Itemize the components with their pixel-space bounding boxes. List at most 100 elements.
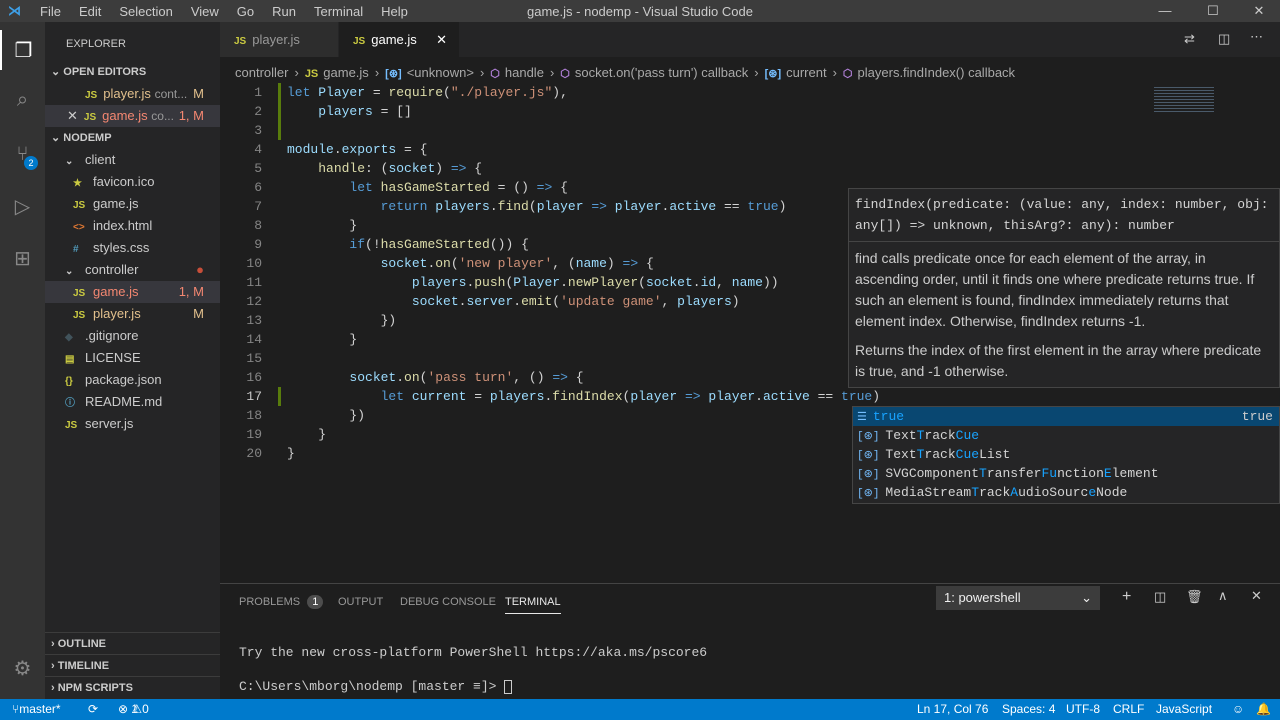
close-icon[interactable]: ✕	[67, 108, 78, 123]
code-line[interactable]: socket.on('pass turn', () => {	[287, 368, 583, 387]
encoding[interactable]: UTF-8	[1066, 699, 1100, 720]
close-panel-icon[interactable]: ✕	[1251, 588, 1262, 604]
code-line[interactable]: let current = players.findIndex(player =…	[287, 387, 880, 406]
language-mode[interactable]: JavaScript	[1156, 699, 1212, 720]
minimap[interactable]	[1150, 83, 1270, 123]
explorer-icon[interactable]: ❐	[0, 30, 45, 70]
tree-item-index-html[interactable]: <> index.html	[45, 215, 220, 237]
npm-scripts-section[interactable]: › NPM SCRIPTS	[45, 676, 220, 698]
outline-section[interactable]: › OUTLINE	[45, 632, 220, 654]
new-terminal-icon[interactable]: +	[1122, 588, 1131, 606]
section-label: NODEMP	[63, 132, 112, 144]
code-line[interactable]: })	[287, 406, 365, 425]
breadcrumb-item[interactable]: [⊛] current	[765, 65, 827, 80]
suggestion-item[interactable]: [⊛] MediaStreamTrackAudioSourceNode	[853, 483, 1279, 502]
code-line[interactable]: players.push(Player.newPlayer(socket.id,…	[287, 273, 779, 292]
menu-view[interactable]: View	[182, 4, 228, 19]
tree-item--gitignore[interactable]: ◆ .gitignore	[45, 325, 220, 347]
settings-gear-icon[interactable]: ⚙	[0, 648, 45, 688]
tree-item-game-js[interactable]: JS game.js	[45, 193, 220, 215]
timeline-section[interactable]: › TIMELINE	[45, 654, 220, 676]
tree-item-favicon-ico[interactable]: ★ favicon.ico	[45, 171, 220, 193]
more-actions-icon[interactable]: ⋯	[1250, 29, 1263, 45]
suggestion-item[interactable]: [⊛] SVGComponentTransferFunctionElement	[853, 464, 1279, 483]
code-line[interactable]: let Player = require("./player.js"),	[287, 83, 568, 102]
menu-go[interactable]: Go	[228, 4, 263, 19]
open-editor-game-js[interactable]: ✕ JS game.js co... 1, M	[45, 105, 220, 127]
open-editors-section[interactable]: ⌄ OPEN EDITORS	[45, 61, 220, 83]
compare-changes-icon[interactable]: ⇄	[1184, 31, 1195, 47]
tab-game-js[interactable]: JS game.js ✕	[339, 22, 459, 57]
kill-terminal-icon[interactable]: 🗑	[1186, 589, 1203, 605]
code-line[interactable]: socket.server.emit('update game', player…	[287, 292, 740, 311]
split-terminal-icon[interactable]: ◫	[1154, 589, 1166, 605]
code-line[interactable]: })	[287, 311, 397, 330]
code-token: )	[778, 199, 787, 214]
code-line[interactable]: if(!hasGameStarted()) {	[287, 235, 528, 254]
code-line[interactable]: }	[287, 444, 295, 463]
tab-terminal[interactable]: TERMINAL	[505, 590, 561, 614]
tree-item-license[interactable]: ▤ LICENSE	[45, 347, 220, 369]
tree-item-player-js[interactable]: JS player.js M	[45, 303, 220, 325]
code-line[interactable]: }	[287, 330, 357, 349]
tree-item-game-js[interactable]: JS game.js 1, M	[45, 281, 220, 303]
breadcrumb-item[interactable]: ⬡ players.findIndex() callback	[843, 65, 1015, 80]
tree-item-controller[interactable]: ⌄ controller ●	[45, 259, 220, 281]
sync-icon[interactable]: ⟳	[88, 699, 98, 720]
breadcrumb-item[interactable]: controller	[235, 65, 288, 80]
menu-terminal[interactable]: Terminal	[305, 4, 372, 19]
tree-item-readme-md[interactable]: ⓘ README.md	[45, 391, 220, 413]
source-control-icon[interactable]: ⑂ 2	[0, 134, 45, 174]
search-icon[interactable]: ⌕	[0, 80, 45, 120]
tree-item-package-json[interactable]: {} package.json	[45, 369, 220, 391]
terminal-select[interactable]: 1: powershell ⌄	[936, 586, 1100, 610]
extensions-icon[interactable]: ⊞	[0, 238, 45, 278]
breadcrumb-item[interactable]: [⊛] <unknown>	[385, 65, 474, 80]
tab-player-js[interactable]: JS player.js	[220, 22, 338, 57]
terminal-prompt[interactable]: C:\Users\mborg\nodemp [master ≡]>	[239, 679, 513, 694]
indentation[interactable]: Spaces: 4	[1002, 699, 1055, 720]
problems-status[interactable]: ⊗ 1 ⚠ 0	[118, 699, 149, 720]
code-line[interactable]: handle: (socket) => {	[287, 159, 482, 178]
code-line[interactable]: module.exports = {	[287, 140, 427, 159]
menu-run[interactable]: Run	[263, 4, 305, 19]
suggestion-item[interactable]: [⊛] TextTrackCue	[853, 426, 1279, 445]
code-line[interactable]: }	[287, 216, 357, 235]
code-line[interactable]: socket.on('new player', (name) => {	[287, 254, 654, 273]
suggestion-item[interactable]: ☰ true true	[853, 407, 1279, 426]
tree-item-server-js[interactable]: JS server.js	[45, 413, 220, 435]
code-line[interactable]: return players.find(player => player.act…	[287, 197, 787, 216]
tree-item-styles-css[interactable]: # styles.css	[45, 237, 220, 259]
maximize-button[interactable]: ☐	[1190, 0, 1236, 22]
run-debug-icon[interactable]: ▷	[0, 186, 45, 226]
line-ending[interactable]: CRLF	[1113, 699, 1144, 720]
breadcrumb-item[interactable]: ⬡ socket.on('pass turn') callback	[560, 65, 748, 80]
tab-problems[interactable]: PROBLEMS 1	[239, 590, 324, 614]
minimize-button[interactable]: —	[1142, 0, 1188, 22]
feedback-icon[interactable]: ☺	[1232, 699, 1244, 720]
cursor-position[interactable]: Ln 17, Col 76	[917, 699, 988, 720]
suggestion-item[interactable]: [⊛] TextTrackCueList	[853, 445, 1279, 464]
menu-edit[interactable]: Edit	[70, 4, 110, 19]
project-section[interactable]: ⌄ NODEMP	[45, 127, 220, 149]
tree-item-client[interactable]: ⌄ client	[45, 149, 220, 171]
open-editor-player-js[interactable]: JS player.js cont... M	[45, 83, 220, 105]
notifications-bell-icon[interactable]: 🔔	[1256, 699, 1271, 720]
menu-selection[interactable]: Selection	[110, 4, 181, 19]
code-line[interactable]: }	[287, 425, 326, 444]
variable-icon: [⊛]	[857, 450, 880, 462]
code-line[interactable]: players = []	[287, 102, 412, 121]
git-branch[interactable]: ⑂ master*	[12, 699, 61, 720]
split-editor-icon[interactable]: ◫	[1218, 31, 1230, 47]
breadcrumb-item[interactable]: JS game.js	[305, 65, 369, 80]
breadcrumb-item[interactable]: ⬡ handle	[490, 65, 544, 80]
close-window-button[interactable]: ✕	[1236, 0, 1280, 22]
section-label: OPEN EDITORS	[63, 66, 147, 78]
close-tab-icon[interactable]: ✕	[436, 22, 447, 57]
menu-help[interactable]: Help	[372, 4, 417, 19]
tab-output[interactable]: OUTPUT	[338, 590, 383, 614]
menu-file[interactable]: File	[31, 4, 70, 19]
maximize-panel-icon[interactable]: ∧	[1218, 588, 1228, 604]
code-line[interactable]: let hasGameStarted = () => {	[287, 178, 567, 197]
tab-debug-console[interactable]: DEBUG CONSOLE	[400, 590, 496, 614]
